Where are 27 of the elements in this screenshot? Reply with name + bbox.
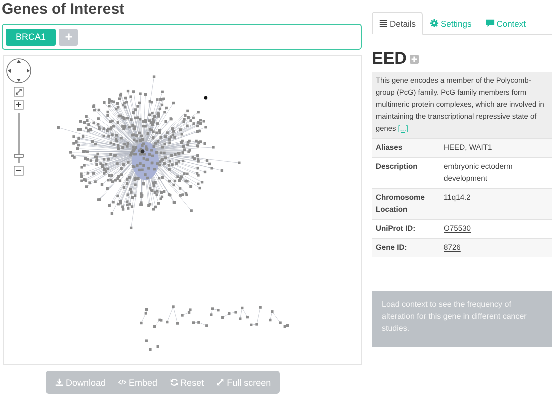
fit-icon[interactable] xyxy=(14,87,24,97)
settings-icon xyxy=(430,19,439,28)
gene-tag[interactable]: BRCA1 xyxy=(6,28,56,46)
context-message: Load context to see the frequency of alteration for this gene in different cancer studies. xyxy=(372,291,552,347)
expand-icon xyxy=(216,378,226,387)
gene-input-field[interactable]: BRCA1 xyxy=(2,24,362,50)
plus-icon[interactable] xyxy=(410,54,419,64)
action-button[interactable]: Embed xyxy=(112,378,164,388)
section-title: Genes of Interest xyxy=(1,1,125,18)
plus-icon xyxy=(64,33,73,41)
zoom-out-icon[interactable] xyxy=(14,166,24,176)
zoom-in-icon[interactable] xyxy=(14,100,24,110)
slider-thumb[interactable] xyxy=(14,154,24,158)
speech-bubble-icon xyxy=(486,19,495,28)
gene-symbol: EED xyxy=(372,49,407,69)
network-drawing[interactable] xyxy=(57,76,290,351)
tab[interactable]: Settings xyxy=(422,12,479,35)
list-icon xyxy=(379,19,388,28)
pan-icon[interactable] xyxy=(6,58,32,84)
tab[interactable]: Context xyxy=(478,12,533,35)
tab[interactable]: Details xyxy=(372,12,423,35)
action-button[interactable]: Full screen xyxy=(210,378,278,388)
code-icon xyxy=(118,378,128,387)
download-icon xyxy=(55,378,64,387)
refresh-icon xyxy=(170,378,179,387)
action-button[interactable]: Download xyxy=(49,378,112,388)
action-button[interactable]: Reset xyxy=(164,378,210,388)
